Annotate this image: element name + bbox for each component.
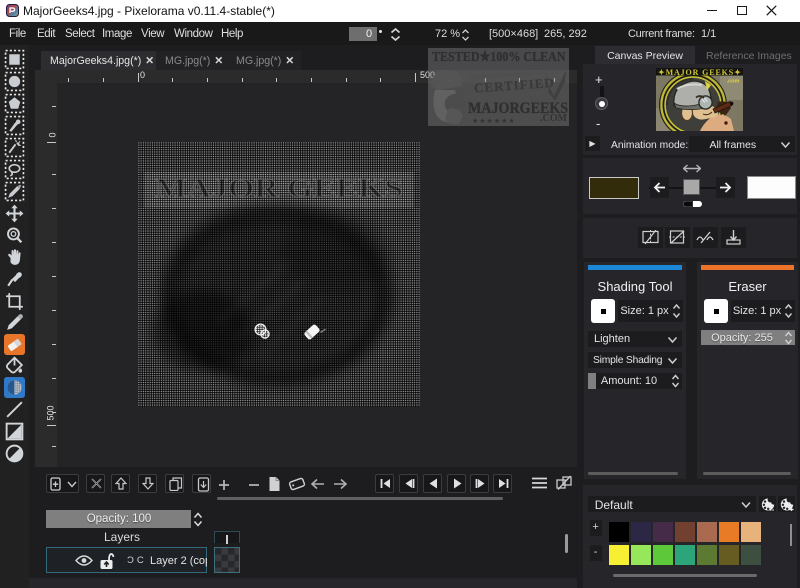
svg-text:MAJOR GEEKS: MAJOR GEEKS <box>155 173 403 203</box>
svg-text:.com: .com <box>727 79 740 85</box>
svg-text:✦MAJOR GEEKS✦: ✦MAJOR GEEKS✦ <box>658 68 741 77</box>
